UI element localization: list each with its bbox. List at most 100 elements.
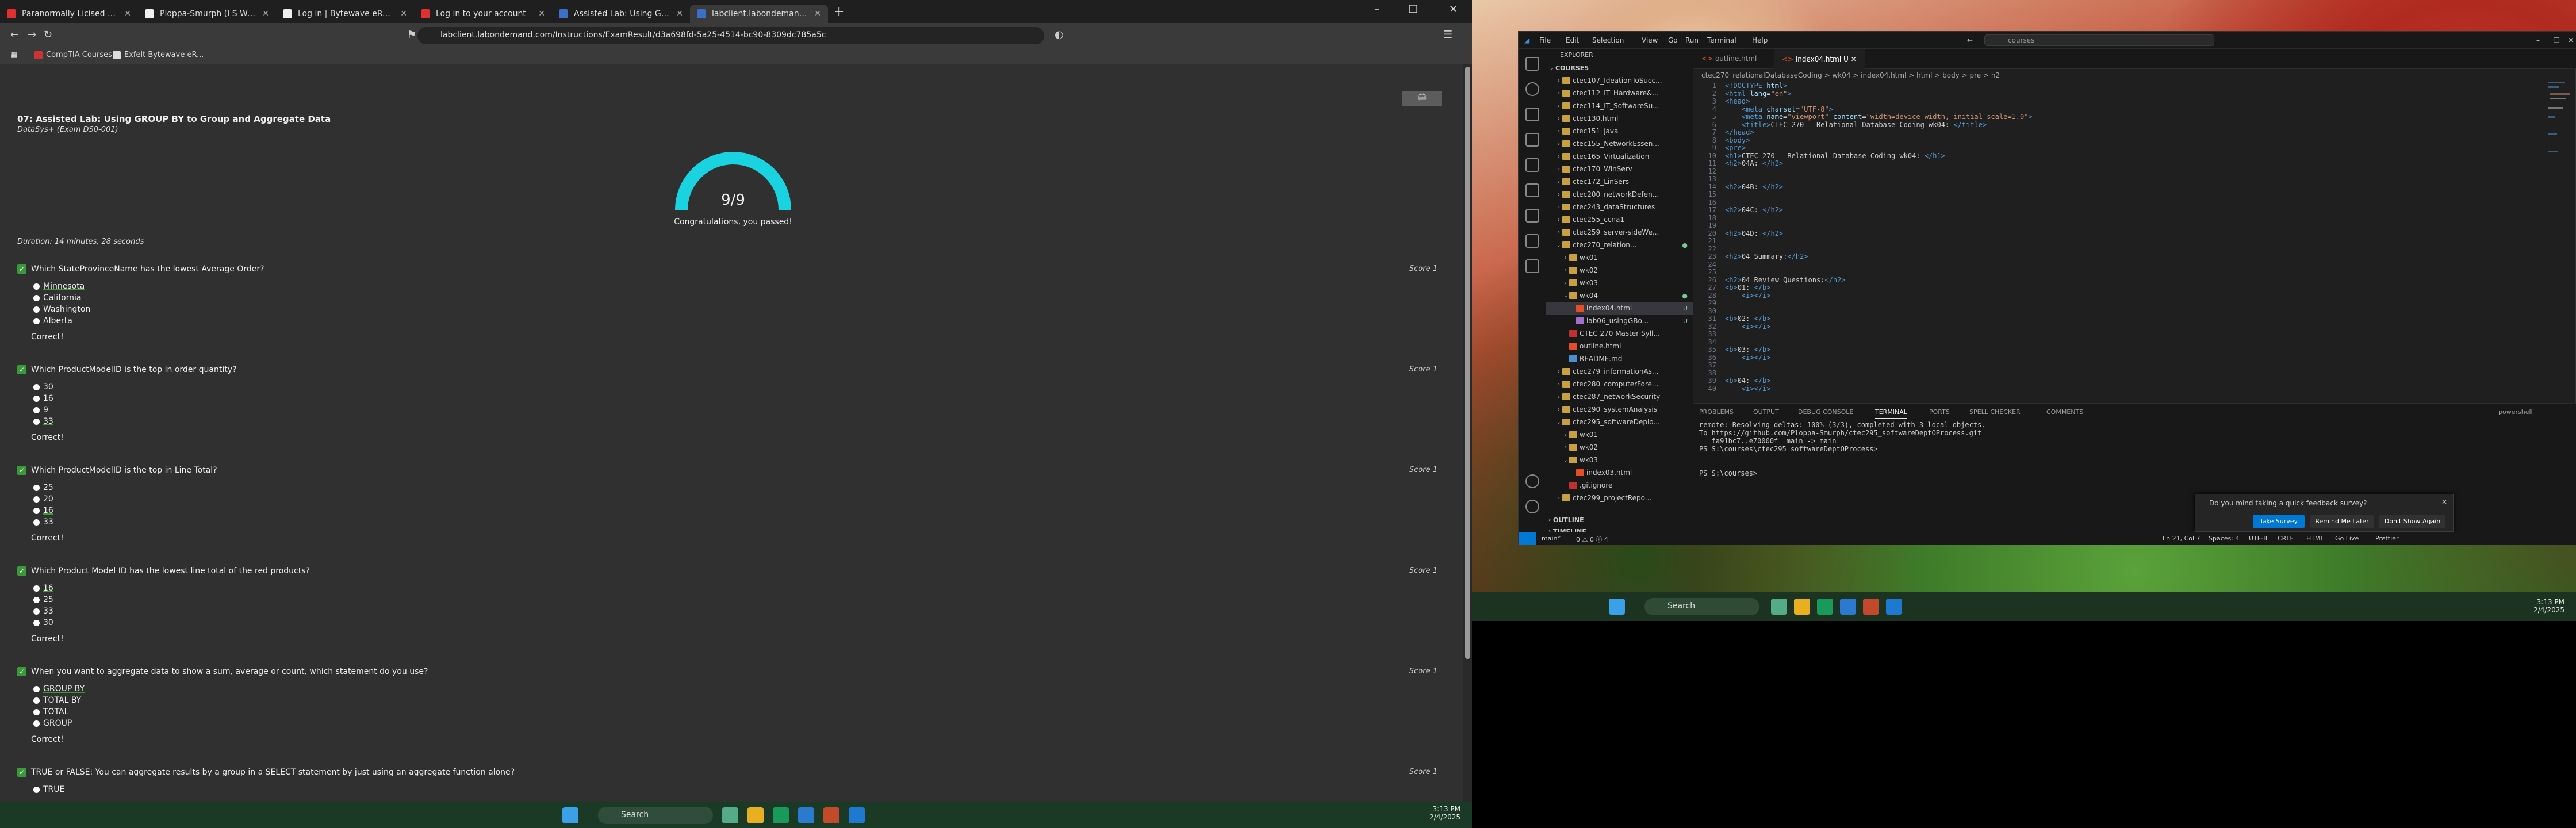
- menu-item-go[interactable]: Go: [1668, 36, 1678, 44]
- source-control-icon[interactable]: [1525, 108, 1539, 121]
- answer-option[interactable]: 33: [33, 516, 1449, 528]
- code-line[interactable]: <i></i>: [1725, 292, 1771, 300]
- tree-folder[interactable]: › ctec170_WinServ: [1546, 163, 1693, 175]
- command-search[interactable]: courses: [1984, 34, 2214, 46]
- radio-icon[interactable]: [33, 484, 40, 491]
- answer-option[interactable]: TOTAL: [33, 706, 1449, 718]
- start-icon[interactable]: [1609, 599, 1625, 615]
- menu-icon[interactable]: ☰: [1443, 29, 1452, 41]
- tree-folder[interactable]: › ctec200_networkDefen...: [1546, 188, 1693, 201]
- file-explorer-icon[interactable]: [747, 807, 764, 823]
- browser-tab[interactable]: Assisted Lab: Using GROUP BY to G ✕: [552, 5, 690, 23]
- answer-option[interactable]: 30: [33, 381, 1449, 393]
- code-line[interactable]: <h2>04B: </h2>: [1725, 183, 1783, 191]
- tree-file[interactable]: CTEC 270 Master Syll...: [1546, 327, 1693, 340]
- outline-section[interactable]: › OUTLINE: [1546, 513, 1693, 526]
- code-line[interactable]: <h2>04 Review Questions:</h2>: [1725, 276, 1846, 284]
- tree-folder[interactable]: › ctec243_dataStructures: [1546, 201, 1693, 213]
- radio-icon[interactable]: [33, 407, 40, 413]
- code-line[interactable]: <b>03: </b>: [1725, 346, 1771, 354]
- browser-tab[interactable]: labclient.labondemand.com/Ins ✕: [690, 5, 828, 23]
- vscode-icon[interactable]: [849, 807, 865, 823]
- tree-file[interactable]: lab06_usingGBo... U: [1546, 315, 1693, 327]
- tree-folder[interactable]: › wk02: [1546, 264, 1693, 277]
- answer-option[interactable]: Washington: [33, 304, 1449, 315]
- radio-icon[interactable]: [33, 786, 40, 793]
- code-line[interactable]: <b>01: </b>: [1725, 283, 1771, 292]
- answer-option[interactable]: Minnesota: [33, 281, 1449, 292]
- answer-option[interactable]: GROUP: [33, 718, 1449, 729]
- taskview-icon[interactable]: [722, 807, 738, 823]
- code-line[interactable]: <i></i>: [1725, 354, 1771, 362]
- language-mode[interactable]: HTML: [2306, 535, 2324, 542]
- code-line[interactable]: <html lang="en">: [1725, 90, 1792, 98]
- apps-icon[interactable]: ▦: [10, 51, 17, 59]
- radio-icon[interactable]: [33, 507, 40, 514]
- tree-folder[interactable]: › ctec107_IdeationToSucc...: [1546, 74, 1693, 87]
- menu-item-edit[interactable]: Edit: [1566, 36, 1579, 44]
- radio-icon[interactable]: [33, 697, 40, 704]
- tree-folder[interactable]: › ctec112_IT_Hardware&...: [1546, 87, 1693, 99]
- radio-icon[interactable]: [33, 418, 40, 425]
- radio-icon[interactable]: [33, 317, 40, 324]
- remote-explorer-icon[interactable]: [1525, 183, 1539, 197]
- radio-icon[interactable]: [33, 496, 40, 503]
- taskbar-search[interactable]: Search: [598, 807, 713, 824]
- radio-icon[interactable]: [33, 294, 40, 301]
- clock[interactable]: 3:13 PM 2/4/2025: [2513, 598, 2564, 614]
- code-line[interactable]: <!DOCTYPE html>: [1725, 82, 1787, 90]
- bookmark-bytewave[interactable]: Exfelt Bytewave eR...: [113, 51, 204, 59]
- tree-folder[interactable]: › ctec151_java: [1546, 125, 1693, 137]
- menu-item-file[interactable]: File: [1539, 36, 1551, 44]
- panel-tab-spell-checker[interactable]: SPELL CHECKER: [1969, 408, 2021, 416]
- explorer-icon[interactable]: [1525, 57, 1539, 71]
- panel-tab-comments[interactable]: COMMENTS: [2046, 408, 2083, 416]
- browser-tab[interactable]: Log in to your account ✕: [414, 5, 552, 23]
- testing-icon[interactable]: [1525, 209, 1539, 223]
- settings-gear-icon[interactable]: [1525, 500, 1539, 513]
- code-line[interactable]: <pre>: [1725, 144, 1746, 152]
- close-tab-icon[interactable]: ✕: [262, 9, 269, 18]
- go-live-button[interactable]: Go Live: [2335, 535, 2359, 542]
- menu-item-terminal[interactable]: Terminal: [1707, 36, 1736, 44]
- code-line[interactable]: <head>: [1725, 97, 1750, 105]
- radio-icon[interactable]: [33, 384, 40, 390]
- account-icon[interactable]: [1525, 474, 1539, 488]
- cursor-position[interactable]: Ln 21, Col 7: [2163, 535, 2201, 542]
- code-line[interactable]: <h2>04D: </h2>: [1725, 229, 1783, 237]
- bookmark-comptia[interactable]: CompTIA Courses: [34, 51, 112, 59]
- mail-icon[interactable]: [798, 807, 814, 823]
- remind-later-button[interactable]: Remind Me Later: [2310, 515, 2374, 528]
- forward-icon[interactable]: →: [28, 29, 36, 41]
- browser-tab[interactable]: Log in | Bytewave eReader ✕: [276, 5, 414, 23]
- calculator-icon[interactable]: [773, 807, 789, 823]
- answer-option[interactable]: 9: [33, 404, 1449, 416]
- tree-file[interactable]: index04.html U: [1546, 302, 1693, 315]
- nav-back-icon[interactable]: ←: [1967, 36, 1973, 44]
- answer-option[interactable]: 20: [33, 493, 1449, 505]
- menu-item-view[interactable]: View: [1642, 36, 1658, 44]
- tree-folder[interactable]: › ctec287_networkSecurity: [1546, 390, 1693, 403]
- prettier-status[interactable]: Prettier: [2375, 535, 2398, 542]
- notification-close-icon[interactable]: ✕: [2441, 498, 2447, 506]
- dont-show-again-button[interactable]: Don't Show Again: [2379, 515, 2445, 528]
- panel-tab-problems[interactable]: PROBLEMS: [1699, 408, 1734, 416]
- close-tab-icon[interactable]: ✕: [1851, 55, 1857, 63]
- remote-indicator-icon[interactable]: [1519, 532, 1536, 545]
- radio-icon[interactable]: [33, 283, 40, 290]
- tree-folder[interactable]: ⌄ ctec270_relation... ●: [1546, 239, 1693, 251]
- tree-folder[interactable]: › ctec155_NetworkEssen...: [1546, 137, 1693, 150]
- maximize-button[interactable]: ❐: [1409, 3, 1418, 16]
- radio-icon[interactable]: [33, 596, 40, 603]
- answer-option[interactable]: 25: [33, 594, 1449, 605]
- print-button[interactable]: 🖨: [1402, 91, 1442, 106]
- minimap[interactable]: [2548, 82, 2571, 197]
- panel-tab-terminal[interactable]: TERMINAL: [1875, 408, 1907, 419]
- run-debug-icon[interactable]: [1525, 133, 1539, 147]
- editor-tab[interactable]: <> outline.html: [1693, 49, 1766, 69]
- code-line[interactable]: <body>: [1725, 136, 1750, 144]
- vscode-maximize[interactable]: ❐: [2554, 36, 2560, 44]
- radio-icon[interactable]: [33, 585, 40, 592]
- line-endings[interactable]: CRLF: [2278, 535, 2294, 542]
- tree-folder[interactable]: › ctec255_ccna1: [1546, 213, 1693, 226]
